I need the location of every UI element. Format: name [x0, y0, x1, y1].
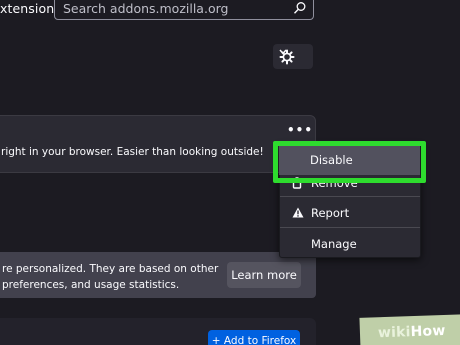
more-options-button[interactable]: •••: [287, 124, 312, 141]
top-bar: xtensions: [0, 0, 460, 22]
warning-icon: [292, 207, 304, 218]
menu-item-report-label: Report: [311, 206, 350, 220]
extension-card: right in your browser. Easier than looki…: [0, 115, 316, 173]
wikihow-logo-wiki: wiki: [377, 324, 411, 342]
add-to-firefox-button[interactable]: + Add to Firefox: [208, 330, 300, 345]
notice-text: re personalized. They are based on other…: [2, 261, 218, 293]
learn-more-button[interactable]: Learn more: [227, 262, 301, 288]
tools-menu-button[interactable]: [273, 44, 313, 69]
menu-item-manage[interactable]: Manage: [280, 230, 420, 258]
chevron-down-icon: [279, 49, 287, 55]
search-box[interactable]: [54, 0, 314, 20]
search-icon[interactable]: [293, 0, 307, 14]
menu-item-report[interactable]: Report: [280, 199, 420, 227]
menu-separator: [280, 227, 420, 228]
menu-item-manage-label: Manage: [311, 237, 357, 251]
wikihow-watermark: wikiHow: [359, 314, 460, 345]
menu-separator: [280, 196, 420, 197]
notice-line-1: re personalized. They are based on other: [2, 263, 219, 275]
search-input[interactable]: [63, 0, 273, 16]
notice-line-2: preferences, and usage statistics.: [2, 279, 180, 291]
extension-description: right in your browser. Easier than looki…: [1, 146, 264, 158]
wikihow-logo-how: How: [410, 322, 446, 341]
nav-extensions-link[interactable]: xtensions: [0, 1, 61, 16]
highlight-box: [273, 141, 426, 183]
wikihow-logo: wikiHow: [378, 323, 446, 341]
